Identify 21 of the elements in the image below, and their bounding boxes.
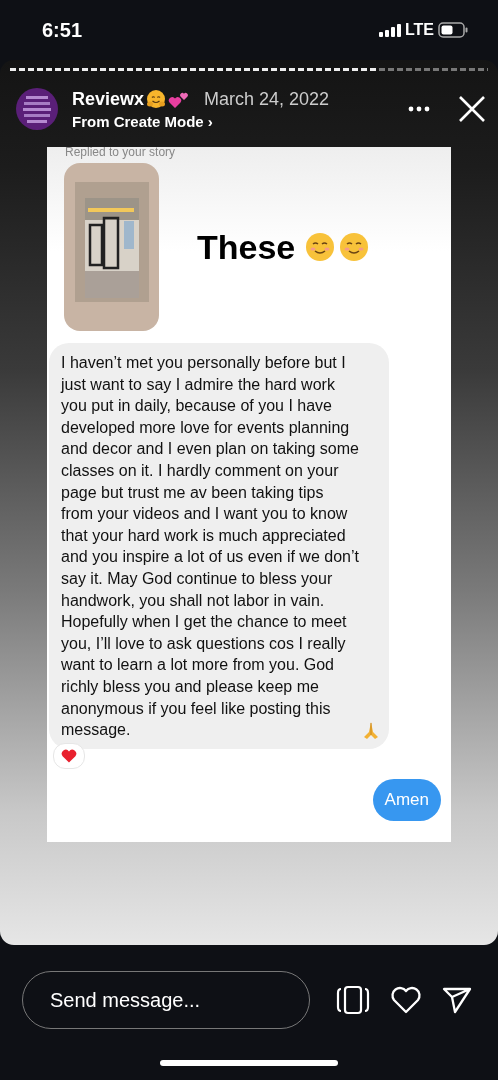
network-label: LTE xyxy=(404,21,434,39)
post-date: March 24, 2022 xyxy=(204,88,330,110)
smiling-face-icon xyxy=(339,232,370,262)
smiling-face-icon xyxy=(305,232,336,262)
heart-icon xyxy=(61,748,77,763)
reply-bubble: Amen xyxy=(372,778,441,821)
create-mode-link[interactable]: From Create Mode › xyxy=(72,112,394,130)
close-icon[interactable] xyxy=(458,95,486,123)
signal-icon xyxy=(378,23,401,37)
phone-frame-icon[interactable] xyxy=(336,985,370,1015)
battery-icon xyxy=(438,22,468,38)
message-input[interactable]: Send message... xyxy=(22,971,310,1029)
message-text: I haven’t met you personally before but I just want to say I admire the hard work you put in daily, because of you I have developed more love for events planning and decor and I even plan on taking some classes on it. I hardly comment on your page but trust me av been taking tips from your videos and I want you to know that your hard work is much appreciated and you inspire a lot of us even if we don’t say it. May God continue to bless your handwork, you shall not labor in vain. Hopefully when I get the chance to meet you, I’ll love to ask questions cos I really want to learn a lot more from you. God richly bless you and please keep me anonymous if you feel like posting this message. xyxy=(61,353,359,741)
send-icon[interactable] xyxy=(442,986,472,1014)
hugging-face-icon xyxy=(146,89,167,109)
more-options-icon[interactable] xyxy=(408,106,430,112)
heart-icon[interactable] xyxy=(390,986,422,1014)
story-reply-text: These xyxy=(197,227,296,267)
status-time: 6:51 xyxy=(42,18,83,42)
reply-context: Replied to your story xyxy=(64,145,177,159)
username[interactable]: Reviewx xyxy=(72,88,145,110)
